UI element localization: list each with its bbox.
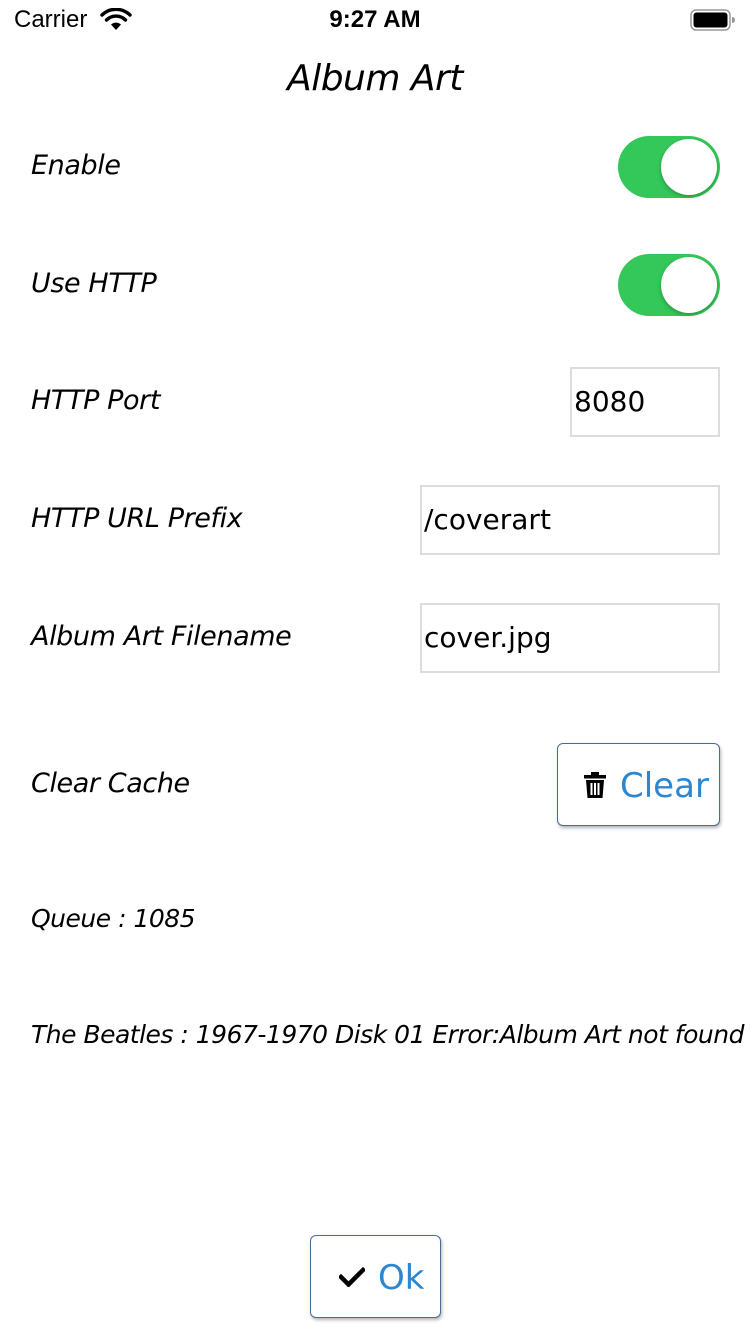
checkmark-icon (339, 1267, 365, 1287)
album-art-filename-label: Album Art Filename (31, 621, 292, 652)
http-port-label: HTTP Port (31, 385, 161, 416)
use-http-label: Use HTTP (31, 268, 157, 299)
ok-button-label: Ok (378, 1258, 425, 1298)
album-art-filename-field[interactable]: cover.jpg (420, 603, 720, 673)
page-title: Album Art (287, 58, 463, 99)
toggle-knob (661, 139, 717, 195)
http-url-prefix-field[interactable]: /coverart (420, 485, 720, 555)
http-port-field[interactable]: 8080 (570, 367, 720, 437)
clock: 9:27 AM (329, 6, 421, 33)
queue-status: Queue : 1085 (31, 904, 196, 933)
http-url-prefix-label: HTTP URL Prefix (31, 503, 243, 534)
trash-icon (584, 772, 606, 798)
ok-button[interactable]: Ok (310, 1235, 441, 1318)
use-http-toggle[interactable] (618, 254, 720, 316)
enable-label: Enable (31, 150, 121, 181)
clear-button-label: Clear (620, 766, 709, 806)
status-bar: Carrier 9:27 AM (0, 0, 750, 40)
enable-toggle[interactable] (618, 136, 720, 198)
clear-cache-label: Clear Cache (31, 768, 190, 799)
toggle-knob (661, 257, 717, 313)
error-message: The Beatles : 1967-1970 Disk 01 Error:Al… (31, 1020, 744, 1049)
clear-button[interactable]: Clear (557, 743, 720, 826)
battery-icon (690, 9, 735, 31)
